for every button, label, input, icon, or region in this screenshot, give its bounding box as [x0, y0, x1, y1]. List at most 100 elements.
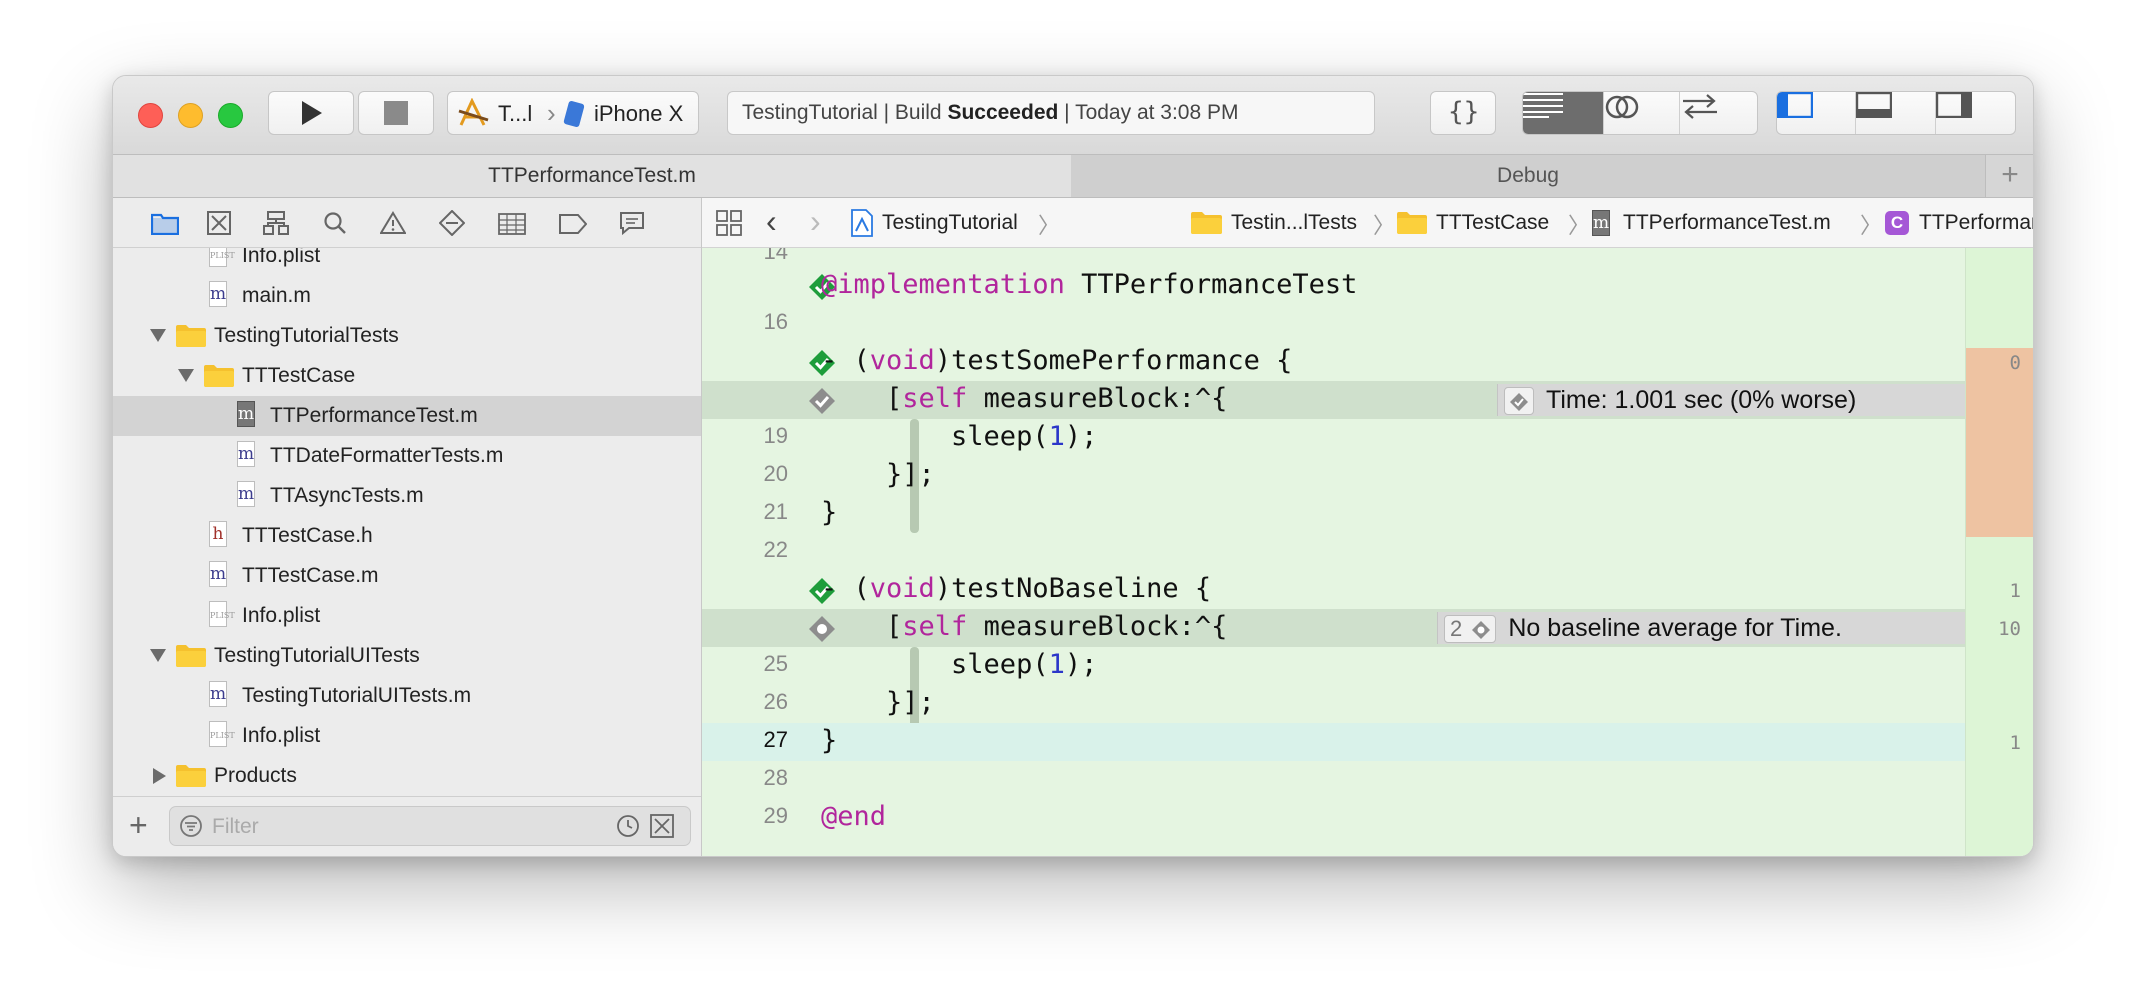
build-status: Succeeded: [947, 101, 1059, 124]
test-diamond-icon[interactable]: [439, 210, 465, 236]
symbol-hierarchy-icon[interactable]: [263, 211, 289, 235]
code-line: 29 @end: [763, 801, 887, 832]
tree-item-info-plist-3[interactable]: PLIST Info.plist: [113, 716, 701, 756]
code-line-current: 27 }: [702, 723, 1965, 761]
go-back-chevron-icon[interactable]: ‹: [766, 203, 777, 240]
diamond-icon: [1472, 621, 1491, 640]
chevron-right-icon: 〉: [1038, 213, 1061, 238]
activity-viewer: TestingTutorial | Build Succeeded | Toda…: [727, 91, 1375, 135]
jump-crumb-project[interactable]: TestingTutorial: [882, 211, 1018, 235]
go-forward-chevron-icon[interactable]: ›: [810, 203, 821, 240]
tree-item-products[interactable]: Products: [113, 756, 701, 793]
tree-item-main-m[interactable]: m main.m: [113, 276, 701, 316]
left-panel-icon: [1777, 92, 1814, 119]
jump-crumb-tests-folder[interactable]: Testin...lTests: [1231, 211, 1357, 235]
folder-icon: [1191, 212, 1221, 234]
tree-item-ttestcase-h[interactable]: h TTTestCase.h: [113, 516, 701, 556]
code-line: [self measureBlock:^{ 2 No baseline aver…: [702, 609, 1965, 647]
disclosure-open-icon[interactable]: [178, 369, 194, 382]
app-scheme-icon: [458, 98, 489, 126]
code-line: 19 sleep(1);: [763, 421, 1098, 452]
disclosure-closed-icon[interactable]: [153, 768, 166, 784]
jump-crumb-file[interactable]: TTPerformanceTest.m: [1623, 211, 1831, 235]
tree-item-testing-tutorial-tests[interactable]: TestingTutorialTests: [113, 316, 701, 356]
find-icon[interactable]: [323, 211, 347, 235]
toggle-debug-area-button[interactable]: [1856, 92, 1936, 134]
breakpoint-icon[interactable]: [559, 213, 587, 235]
tree-item-ttasynctests-m[interactable]: m TTAsyncTests.m: [113, 476, 701, 516]
run-button[interactable]: [268, 91, 354, 135]
tree-item-ttdateformattertests-m[interactable]: m TTDateFormatterTests.m: [113, 436, 701, 476]
m-file-icon: m: [237, 441, 255, 467]
device-name: iPhone X: [594, 101, 684, 126]
standard-editor-button[interactable]: [1523, 92, 1605, 134]
chevron-right-icon: 〉: [1373, 213, 1396, 238]
issue-warning-icon[interactable]: [380, 211, 406, 235]
source-control-filter-icon[interactable]: [650, 814, 674, 838]
filter-icon: [180, 815, 202, 837]
code-area[interactable]: 14 @implementation TTPerformanceTest 16 …: [702, 248, 1965, 856]
jump-crumb-class[interactable]: TTPerformanceTest: [1919, 211, 2033, 235]
m-file-icon: m: [209, 281, 227, 307]
venn-icon: [1606, 95, 1639, 119]
toggle-navigator-button[interactable]: [1777, 92, 1857, 134]
add-tab-button[interactable]: +: [1985, 155, 2033, 197]
zoom-window-button[interactable]: [218, 103, 243, 128]
assistant-editor-button[interactable]: [1604, 92, 1680, 134]
scheme-selector[interactable]: T...l › iPhone X: [447, 91, 699, 135]
stop-button[interactable]: [358, 91, 434, 135]
source-editor: ‹ › TestingTutorial 〉 Testin...lTests 〉 …: [702, 198, 2033, 856]
tree-item-info-plist[interactable]: PLIST Info.plist: [113, 248, 701, 276]
tree-item-testing-tutorial-ui-tests[interactable]: TestingTutorialUITests: [113, 636, 701, 676]
minimize-window-button[interactable]: [178, 103, 203, 128]
tree-item-testingtutorialuitests-m[interactable]: m TestingTutorialUITests.m: [113, 676, 701, 716]
play-icon: [302, 101, 322, 125]
performance-annotation[interactable]: Time: 1.001 sec (0% worse): [1497, 384, 1965, 416]
report-message-icon[interactable]: [619, 211, 645, 235]
disclosure-open-icon[interactable]: [150, 649, 166, 662]
code-line: 21 }: [763, 497, 838, 528]
lines-icon: [1523, 93, 1563, 118]
recent-files-clock-icon[interactable]: [616, 814, 640, 838]
stop-icon: [384, 101, 408, 125]
no-baseline-annotation[interactable]: 2 No baseline average for Time.: [1437, 612, 1965, 644]
m-file-icon: m: [237, 401, 255, 427]
folder-icon[interactable]: [151, 211, 179, 235]
toggle-inspector-button[interactable]: [1935, 92, 2015, 134]
tree-item-ttestcase-m[interactable]: m TTTestCase.m: [113, 556, 701, 596]
tree-item-info-plist-2[interactable]: PLIST Info.plist: [113, 596, 701, 636]
tree-item-ttestcase-folder[interactable]: TTTestCase: [113, 356, 701, 396]
class-badge-icon: C: [1885, 211, 1909, 235]
disclosure-open-icon[interactable]: [150, 329, 166, 342]
tab-debug[interactable]: Debug: [1071, 155, 1985, 197]
filter-input[interactable]: [210, 811, 594, 843]
plist-file-icon: PLIST: [209, 601, 235, 627]
chevron-right-icon: 〉: [1860, 213, 1883, 238]
plist-file-icon: PLIST: [209, 721, 235, 747]
close-window-button[interactable]: [138, 103, 163, 128]
source-control-icon[interactable]: [207, 211, 231, 235]
xcode-window: T...l › iPhone X TestingTutorial | Build…: [112, 75, 2034, 857]
folder-icon: [176, 645, 206, 667]
version-editor-button[interactable]: [1680, 92, 1757, 134]
execution-count: 10: [1998, 618, 2021, 640]
tree-item-ttperformancetest-m[interactable]: m TTPerformanceTest.m: [113, 396, 701, 436]
add-file-button[interactable]: +: [129, 807, 148, 843]
folder-icon: [176, 765, 206, 787]
plist-file-icon: PLIST: [209, 248, 235, 267]
project-icon: [851, 209, 873, 237]
debug-navigator-icon[interactable]: [498, 213, 526, 235]
activity-prefix: TestingTutorial | Build: [742, 101, 948, 124]
project-navigator: PLIST Info.plist m main.m TestingTutoria…: [113, 198, 702, 856]
navigator-filter-bar: +: [113, 796, 701, 856]
bottom-panel-icon: [1856, 92, 1893, 119]
related-items-grid-icon[interactable]: [716, 210, 742, 236]
code-snippets-button[interactable]: {}: [1430, 91, 1496, 135]
scheme-name: T...l: [498, 101, 533, 126]
tab-performance-test[interactable]: TTPerformanceTest.m: [113, 155, 1072, 197]
code-line: - (void)testSomePerformance {: [702, 343, 1965, 381]
activity-suffix: | Today at 3:08 PM: [1058, 101, 1239, 124]
jump-crumb-testcase-folder[interactable]: TTTestCase: [1436, 211, 1549, 235]
m-file-icon: m: [1592, 210, 1610, 236]
code-line: 25 sleep(1);: [763, 649, 1098, 680]
